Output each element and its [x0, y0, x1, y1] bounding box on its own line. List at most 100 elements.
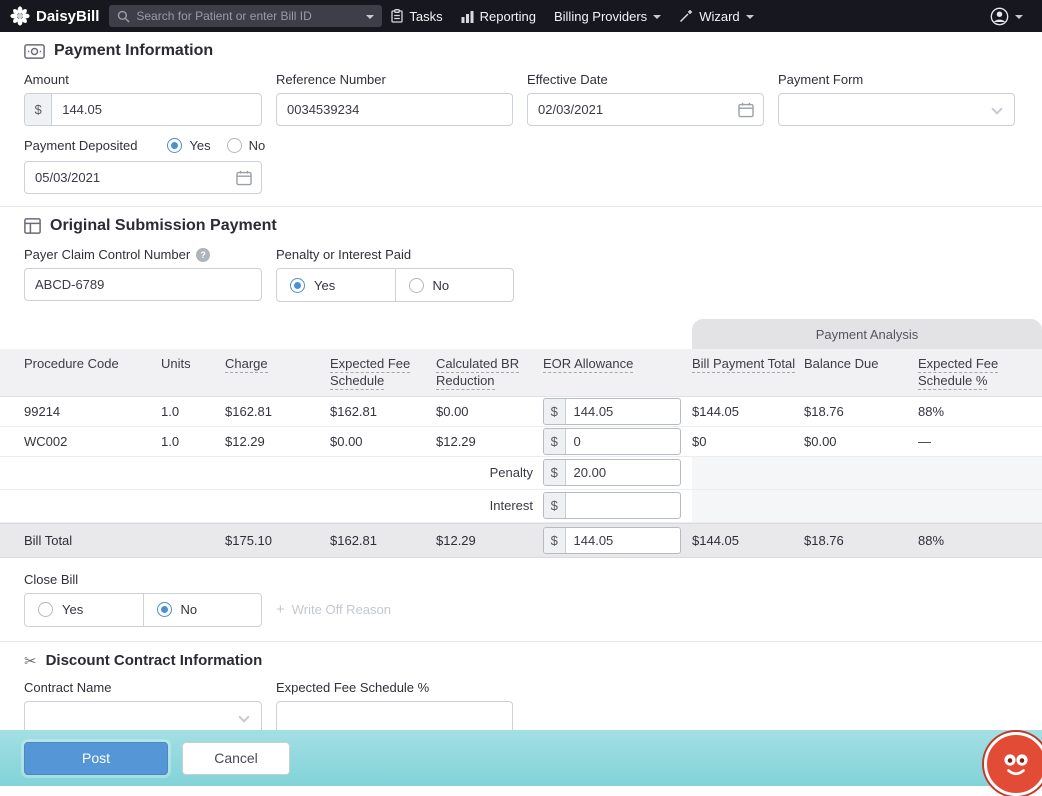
chevron-down-icon: [991, 103, 1002, 114]
user-avatar-icon: [990, 7, 1009, 26]
help-icon[interactable]: ?: [196, 248, 210, 262]
bill-total-row: Bill Total $175.10 $162.81 $12.29 $ $144…: [0, 523, 1042, 558]
cell-balance-due: $18.76: [804, 404, 918, 419]
contract-name-label: Contract Name: [24, 680, 262, 695]
cell-charge: $162.81: [225, 404, 330, 419]
close-bill-label: Close Bill: [24, 572, 1018, 587]
total-bill-payment-total: $144.05: [692, 533, 804, 548]
expected-fee-pct-input[interactable]: [277, 702, 512, 733]
amount-label: Amount: [24, 72, 262, 87]
cell-charge: $12.29: [225, 434, 330, 449]
penalty-input[interactable]: [566, 465, 680, 480]
total-expected-fee-schedule: $162.81: [330, 533, 436, 548]
close-bill-no-option[interactable]: No: [143, 594, 262, 626]
magic-wand-icon: [679, 9, 693, 23]
total-calculated-br-reduction: $12.29: [436, 533, 543, 548]
deposited-no-option[interactable]: No: [227, 138, 266, 153]
amount-field-group: Amount $: [24, 72, 262, 126]
deposited-date-field: [24, 161, 262, 194]
contract-name-select[interactable]: [24, 701, 262, 734]
eor-allowance-input-group: $: [543, 398, 681, 425]
header-units: Units: [161, 356, 225, 373]
chevron-down-icon: [1015, 15, 1023, 19]
global-search[interactable]: [109, 5, 382, 27]
penalty-interest-no-option[interactable]: No: [395, 269, 514, 301]
penalty-row: Penalty $: [0, 457, 1042, 490]
deposited-yes-option[interactable]: Yes: [167, 138, 210, 153]
penalty-interest-radio-group: Yes No: [276, 268, 514, 302]
account-menu[interactable]: [981, 0, 1032, 32]
chevron-down-icon: [238, 711, 249, 722]
currency-prefix: $: [544, 399, 566, 424]
amount-input[interactable]: [52, 94, 261, 125]
table-grid-icon: [24, 218, 41, 234]
interest-label: Interest: [0, 498, 543, 513]
payer-claim-field-group: Payer Claim Control Number?: [24, 247, 262, 302]
cell-units: 1.0: [161, 404, 225, 419]
cell-procedure-code: WC002: [0, 434, 161, 449]
cell-bill-payment-total: $144.05: [692, 404, 804, 419]
cell-expected-fee-schedule: $162.81: [330, 404, 436, 419]
close-bill-yes-option[interactable]: Yes: [25, 594, 143, 626]
header-bill-payment-total: Bill Payment Total: [692, 356, 804, 373]
cell-expected-fee-schedule: $0.00: [330, 434, 436, 449]
total-eor-allowance-input[interactable]: [566, 533, 680, 548]
search-input[interactable]: [136, 9, 360, 23]
cancel-button[interactable]: Cancel: [182, 742, 290, 775]
nav-label-wizard: Wizard: [699, 9, 739, 24]
radio-yes[interactable]: [38, 602, 53, 617]
cell-expected-fee-schedule-pct: 88%: [918, 404, 1042, 419]
penalty-interest-label: Penalty or Interest Paid: [276, 247, 514, 262]
payment-form-select[interactable]: [778, 93, 1015, 126]
nav-item-billing-providers[interactable]: Billing Providers: [545, 0, 670, 32]
chevron-down-icon: [653, 15, 661, 19]
cell-units: 1.0: [161, 434, 225, 449]
radio-no[interactable]: [409, 278, 424, 293]
payment-table: Payment Analysis Procedure Code Units Ch…: [0, 349, 1042, 558]
effective-date-label: Effective Date: [527, 72, 764, 87]
brand-logo[interactable]: DaisyBill: [10, 6, 99, 26]
expected-fee-pct-label: Expected Fee Schedule %: [276, 680, 513, 695]
search-dropdown-icon[interactable]: [366, 15, 374, 19]
reference-number-input[interactable]: [277, 94, 512, 125]
radio-yes[interactable]: [290, 278, 305, 293]
payment-analysis-tab: Payment Analysis: [692, 319, 1042, 349]
cell-bill-payment-total: $0: [692, 434, 804, 449]
radio-yes[interactable]: [167, 138, 182, 153]
nav-item-tasks[interactable]: Tasks: [382, 0, 451, 32]
radio-no[interactable]: [157, 602, 172, 617]
payer-claim-input[interactable]: [25, 269, 261, 300]
nav-item-wizard[interactable]: Wizard: [670, 0, 762, 32]
table-header-row: Procedure Code Units Charge Expected Fee…: [0, 349, 1042, 397]
eor-allowance-input[interactable]: [566, 404, 680, 419]
nav-label-billing-providers: Billing Providers: [554, 9, 647, 24]
nav-label-tasks: Tasks: [409, 9, 442, 24]
penalty-interest-field-group: Penalty or Interest Paid Yes No: [276, 247, 514, 302]
nav-label-reporting: Reporting: [480, 9, 536, 24]
calendar-icon[interactable]: [236, 170, 252, 186]
header-eor-allowance: EOR Allowance: [543, 356, 692, 373]
chat-widget-button[interactable]: [984, 732, 1042, 796]
interest-input[interactable]: [566, 498, 680, 513]
calendar-icon[interactable]: [738, 102, 754, 118]
payment-analysis-empty-area: [692, 457, 1042, 489]
original-submission-title: Original Submission Payment: [24, 217, 1018, 235]
effective-date-input[interactable]: [528, 94, 763, 125]
penalty-interest-yes-option[interactable]: Yes: [277, 269, 395, 301]
currency-prefix: $: [25, 94, 52, 125]
post-button[interactable]: Post: [24, 742, 168, 775]
bill-total-label: Bill Total: [0, 533, 161, 548]
header-expected-fee-schedule: Expected Fee Schedule: [330, 356, 436, 390]
payment-deposited-row: Payment Deposited Yes No: [24, 138, 1018, 153]
search-icon: [117, 10, 130, 23]
payment-information-title: Payment Information: [24, 42, 1018, 60]
payment-form-label: Payment Form: [778, 72, 1015, 87]
nav-item-reporting[interactable]: Reporting: [452, 0, 545, 32]
table-row: WC002 1.0 $12.29 $0.00 $12.29 $ $0 $0.00…: [0, 427, 1042, 457]
write-off-reason-link[interactable]: + Write Off Reason: [276, 601, 391, 618]
eor-allowance-input[interactable]: [566, 434, 680, 449]
deposited-date-input[interactable]: [25, 162, 261, 193]
radio-no[interactable]: [227, 138, 242, 153]
payment-form-field-group: Payment Form: [778, 72, 1015, 126]
total-expected-fee-schedule-pct: 88%: [918, 533, 1042, 548]
